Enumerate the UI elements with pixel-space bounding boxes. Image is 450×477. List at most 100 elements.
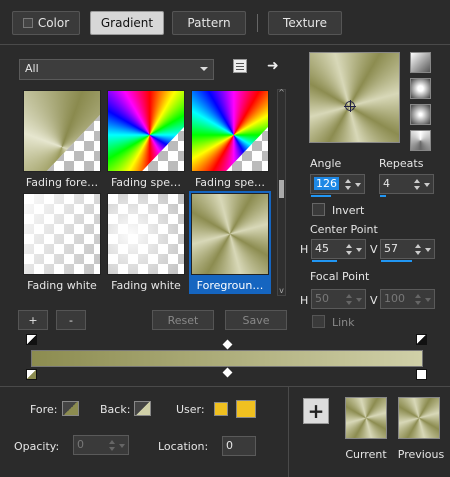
preset-image — [191, 90, 269, 172]
library-icon[interactable] — [233, 59, 247, 73]
spin-up-icon[interactable] — [346, 294, 352, 298]
color-stop-right[interactable] — [416, 369, 427, 380]
user-swatch[interactable] — [236, 400, 256, 418]
center-v-label: V — [370, 243, 378, 256]
transparency-midpoint[interactable] — [222, 339, 233, 350]
transparency-stop-left[interactable] — [26, 334, 37, 345]
center-h-value: 45 — [315, 242, 329, 255]
chevron-down-icon — [200, 67, 208, 71]
user-label: User: — [176, 403, 205, 416]
preset-caption: Fading spe… — [110, 176, 182, 189]
tab-pattern[interactable]: Pattern — [172, 11, 246, 35]
spin-down-icon[interactable] — [346, 251, 352, 255]
preset-image — [23, 193, 101, 275]
gradient-bar[interactable] — [31, 350, 423, 367]
thumbnail-scrollbar[interactable]: ^ v — [277, 89, 286, 296]
tab-texture-label: Texture — [283, 16, 327, 30]
spin-down-icon[interactable] — [345, 186, 351, 190]
color-midpoint[interactable] — [222, 367, 233, 378]
invert-checkbox[interactable] — [312, 203, 325, 216]
linear-style-button[interactable] — [410, 52, 431, 73]
preset-thumbnail[interactable]: Fading fore… — [21, 88, 103, 191]
scrollbar-thumb[interactable] — [279, 180, 284, 198]
preset-thumbnail[interactable]: Fading white — [105, 191, 187, 294]
preset-thumbnail-selected[interactable]: Foregroun… — [189, 191, 271, 294]
add-to-swatches-button[interactable]: + — [303, 398, 329, 424]
spin-up-icon[interactable] — [346, 244, 352, 248]
focal-h-value: 50 — [315, 292, 329, 305]
link-checkbox[interactable] — [312, 315, 325, 328]
spin-up-icon[interactable] — [109, 440, 115, 444]
angle-label: Angle — [310, 157, 342, 170]
previous-label: Previous — [397, 448, 445, 461]
scroll-up-icon[interactable]: ^ — [278, 89, 285, 97]
spin-down-icon[interactable] — [415, 301, 421, 305]
preset-thumbnail[interactable]: Fading spe… — [105, 88, 187, 191]
tabs-divider — [0, 44, 450, 45]
spin-up-icon[interactable] — [345, 179, 351, 183]
back-swatch[interactable] — [134, 401, 151, 416]
fore-swatch[interactable] — [62, 401, 79, 416]
repeats-field[interactable]: 4 — [379, 174, 434, 197]
color-icon — [22, 18, 33, 28]
repeats-slider[interactable] — [380, 195, 386, 197]
previous-swatch[interactable] — [398, 397, 440, 439]
spin-up-icon[interactable] — [414, 179, 420, 183]
gradient-preview[interactable] — [309, 52, 400, 143]
save-button[interactable]: Save — [225, 310, 287, 330]
preset-thumbnail[interactable]: Fading spe… — [189, 88, 271, 191]
tab-texture[interactable]: Texture — [268, 11, 342, 35]
center-h-field[interactable]: 45 — [311, 239, 366, 262]
tab-color[interactable]: Color — [12, 11, 80, 35]
preset-caption: Fading fore… — [25, 176, 99, 189]
location-field[interactable]: 0 — [222, 436, 256, 456]
rectangular-style-button[interactable] — [410, 78, 431, 99]
chevron-down-icon[interactable] — [119, 444, 125, 448]
chevron-down-icon[interactable] — [425, 298, 431, 302]
user-swatch-small[interactable] — [214, 402, 228, 416]
arrow-right-icon[interactable]: ➜ — [267, 59, 283, 73]
spin-down-icon[interactable] — [415, 251, 421, 255]
reset-label: Reset — [167, 313, 199, 327]
preset-image — [107, 90, 185, 172]
preset-caption: Fading white — [111, 279, 181, 292]
preset-thumbnail[interactable]: Fading white — [21, 191, 103, 294]
spin-up-icon[interactable] — [415, 244, 421, 248]
preset-caption: Foregroun… — [196, 279, 264, 292]
current-swatch[interactable] — [345, 397, 387, 439]
vertical-divider — [288, 387, 289, 477]
transparency-stop-right[interactable] — [416, 334, 427, 345]
center-v-value: 57 — [384, 242, 398, 255]
category-dropdown[interactable]: All — [19, 59, 214, 80]
repeats-label: Repeats — [379, 157, 424, 170]
scroll-down-icon[interactable]: v — [278, 287, 285, 295]
opacity-field[interactable]: 0 — [73, 435, 129, 455]
sunburst-style-button[interactable] — [410, 104, 431, 125]
chevron-down-icon[interactable] — [356, 248, 362, 252]
spin-down-icon[interactable] — [414, 186, 420, 190]
chevron-down-icon[interactable] — [425, 248, 431, 252]
focal-v-field[interactable]: 100 — [380, 289, 435, 309]
focal-h-field[interactable]: 50 — [311, 289, 366, 309]
spin-up-icon[interactable] — [415, 294, 421, 298]
radial-style-button[interactable] — [410, 130, 431, 151]
center-v-slider[interactable] — [381, 260, 412, 262]
center-v-field[interactable]: 57 — [380, 239, 435, 262]
tab-gradient[interactable]: Gradient — [90, 11, 164, 35]
angle-slider[interactable] — [311, 195, 331, 197]
spin-down-icon[interactable] — [109, 447, 115, 451]
chevron-down-icon[interactable] — [356, 298, 362, 302]
invert-label: Invert — [332, 204, 365, 217]
center-h-slider[interactable] — [312, 260, 337, 262]
add-button[interactable]: + — [18, 310, 48, 330]
section-divider — [0, 386, 450, 387]
tab-pattern-label: Pattern — [187, 16, 231, 30]
chevron-down-icon[interactable] — [355, 183, 361, 187]
remove-button[interactable]: - — [56, 310, 86, 330]
angle-field[interactable]: 126 — [310, 174, 365, 197]
center-crosshair-icon[interactable] — [344, 100, 356, 112]
spin-down-icon[interactable] — [346, 301, 352, 305]
chevron-down-icon[interactable] — [424, 183, 430, 187]
reset-button[interactable]: Reset — [152, 310, 214, 330]
color-stop-left[interactable] — [26, 369, 37, 380]
